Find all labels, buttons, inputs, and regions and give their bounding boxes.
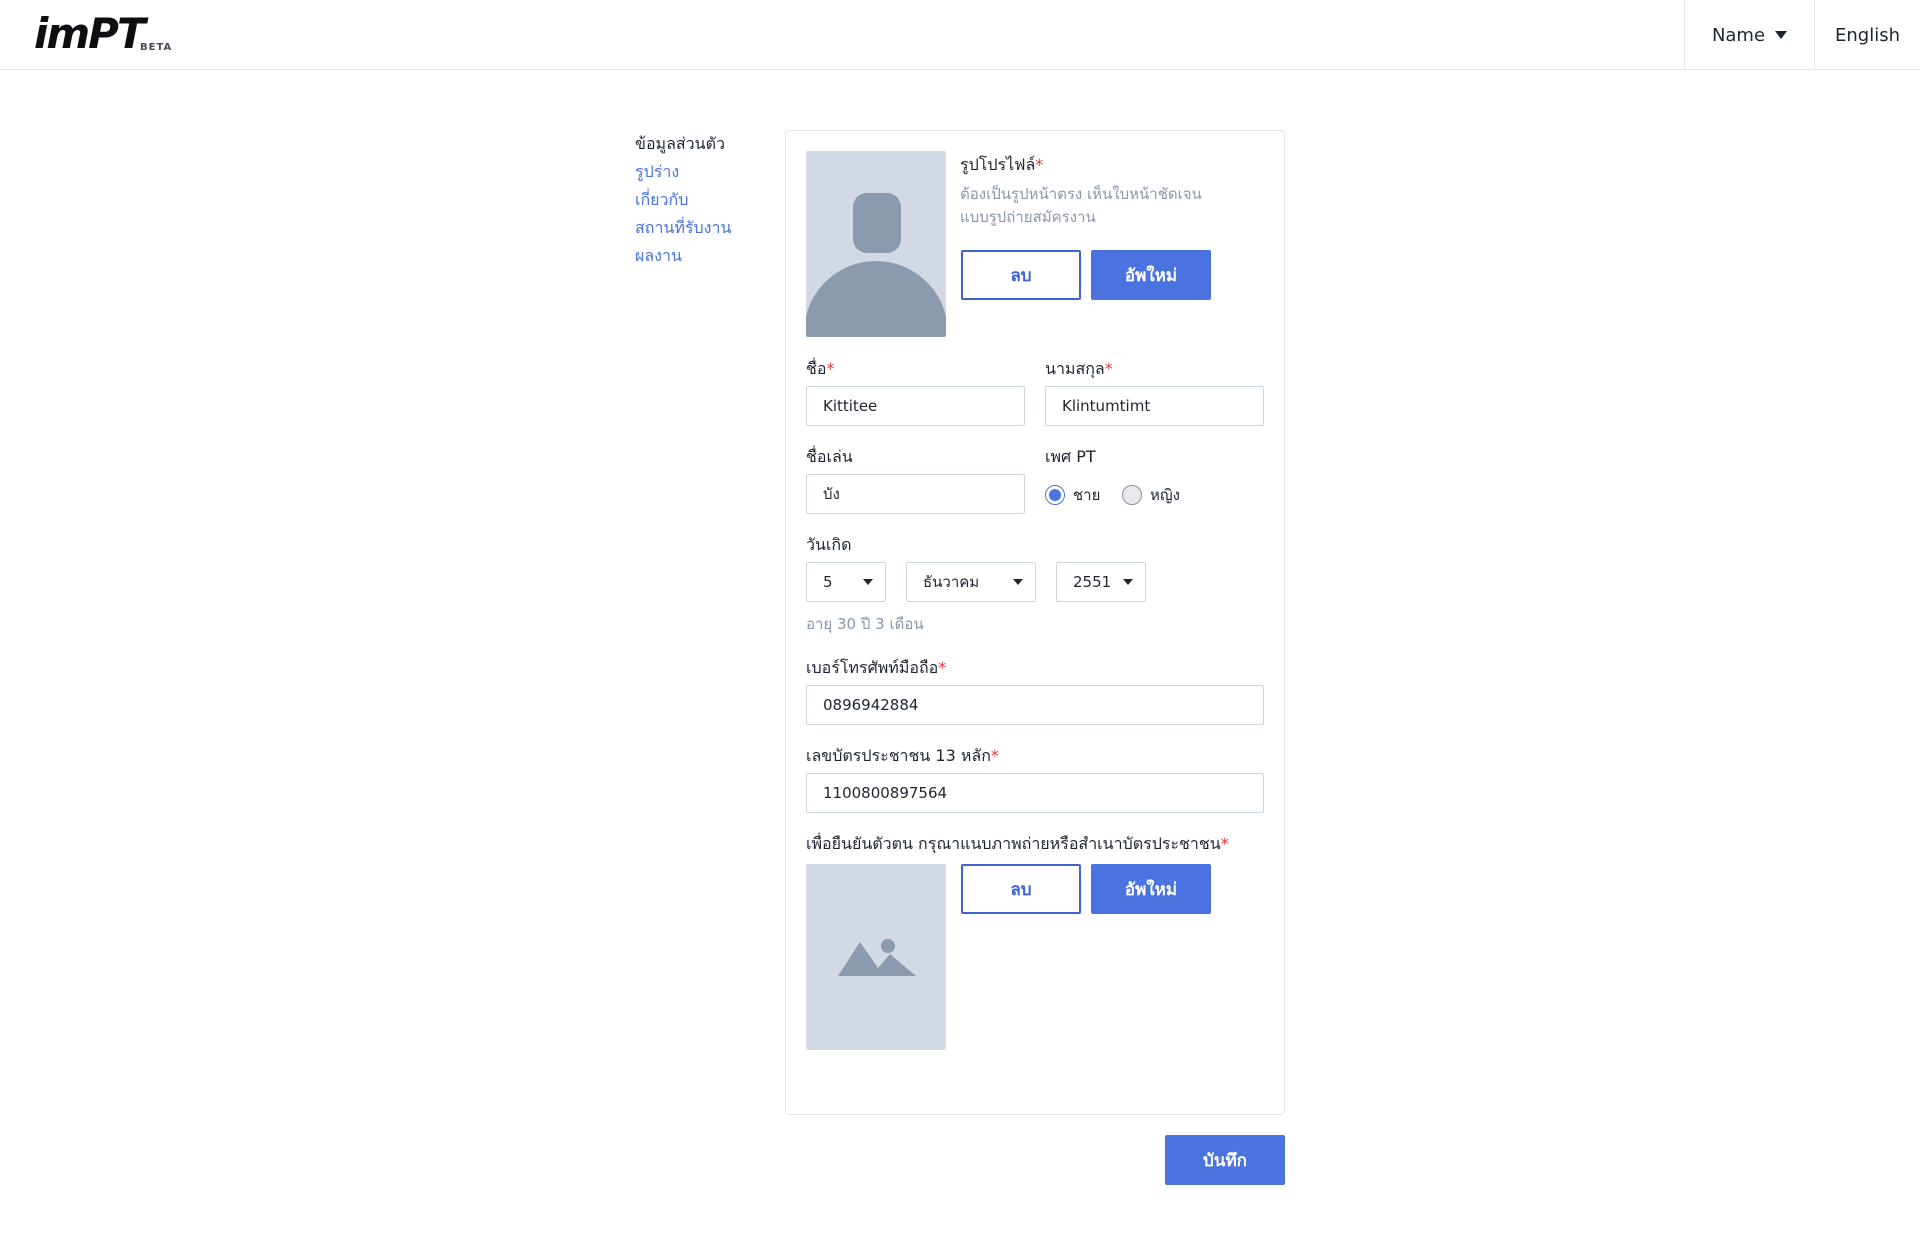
user-menu-dropdown[interactable]: Name <box>1684 0 1814 70</box>
user-menu-label: Name <box>1711 24 1766 46</box>
birth-year-value: 2551 <box>1073 573 1112 591</box>
radio-unchecked-icon <box>1122 485 1142 505</box>
sidenav-item-personal-info[interactable]: ข้อมูลส่วนตัว <box>635 130 765 158</box>
caret-down-icon <box>863 579 873 585</box>
personal-info-card: รูปโปรไฟล์* ต้องเป็นรูปหน้าตรง เห็นใบหน้… <box>785 130 1285 1115</box>
national-id-input[interactable]: 1100800897564 <box>806 773 1264 813</box>
caret-down-icon <box>1013 579 1023 585</box>
id-photo-label: เพื่อยืนยันตัวตน กรุณาแนบภาพถ่ายหรือสำเน… <box>806 834 1229 853</box>
profile-photo-delete-button[interactable]: ลบ <box>961 250 1081 300</box>
birth-day-value: 5 <box>823 573 833 591</box>
profile-section-nav: ข้อมูลส่วนตัว รูปร่าง เกี่ยวกับ สถานที่ร… <box>635 130 765 270</box>
phone-input[interactable]: 0896942884 <box>806 685 1264 725</box>
age-text: อายุ 30 ปี 3 เดือน <box>806 615 924 633</box>
last-name-input[interactable]: Klintumtimt <box>1045 386 1264 426</box>
gender-female-label: หญิง <box>1150 486 1180 504</box>
id-photo-delete-button[interactable]: ลบ <box>961 864 1081 914</box>
person-placeholder-icon <box>806 151 946 337</box>
sidenav-item-about[interactable]: เกี่ยวกับ <box>635 186 765 214</box>
id-photo-placeholder <box>806 864 946 1050</box>
sidenav-item-work-locations[interactable]: สถานที่รับงาน <box>635 214 765 242</box>
id-photo-upload-button[interactable]: อัพใหม่ <box>1091 864 1211 914</box>
save-button[interactable]: บันทึก <box>1165 1135 1285 1185</box>
caret-down-icon <box>1123 579 1133 585</box>
caret-down-icon <box>1775 31 1788 39</box>
nickname-input[interactable]: บัง <box>806 474 1025 514</box>
language-switch[interactable]: English <box>1814 0 1920 70</box>
first-name-input[interactable]: Kittitee <box>806 386 1025 426</box>
profile-photo-upload-button[interactable]: อัพใหม่ <box>1091 250 1211 300</box>
top-navbar: imPT BETA Name English <box>0 0 1920 70</box>
gender-label: เพศ PT <box>1045 447 1096 466</box>
birthdate-label: วันเกิด <box>806 535 852 554</box>
logo-wordmark: imPT <box>34 9 146 58</box>
phone-label: เบอร์โทรศัพท์มือถือ* <box>806 658 947 677</box>
nickname-label: ชื่อเล่น <box>806 447 853 466</box>
last-name-label: นามสกุล* <box>1045 359 1113 378</box>
first-name-label: ชื่อ* <box>806 359 835 378</box>
birth-month-select[interactable]: ธันวาคม <box>906 562 1036 602</box>
image-placeholder-icon <box>838 939 916 976</box>
profile-photo-hint: ต้องเป็นรูปหน้าตรง เห็นใบหน้าชัดเจน แบบร… <box>960 185 1202 226</box>
gender-option-male[interactable]: ชาย <box>1045 483 1100 507</box>
national-id-label: เลขบัตรประชาชน 13 หลัก* <box>806 746 999 765</box>
sidenav-item-portfolio[interactable]: ผลงาน <box>635 242 765 270</box>
logo-beta-badge: BETA <box>140 42 173 53</box>
birth-day-select[interactable]: 5 <box>806 562 886 602</box>
sidenav-item-body[interactable]: รูปร่าง <box>635 158 765 186</box>
gender-option-female[interactable]: หญิง <box>1122 483 1180 507</box>
impt-logo[interactable]: imPT BETA <box>34 12 174 56</box>
gender-male-label: ชาย <box>1073 486 1101 504</box>
birth-year-select[interactable]: 2551 <box>1056 562 1146 602</box>
profile-photo-label: รูปโปรไฟล์* <box>960 155 1044 174</box>
birth-month-value: ธันวาคม <box>923 573 980 591</box>
radio-checked-icon <box>1045 485 1065 505</box>
